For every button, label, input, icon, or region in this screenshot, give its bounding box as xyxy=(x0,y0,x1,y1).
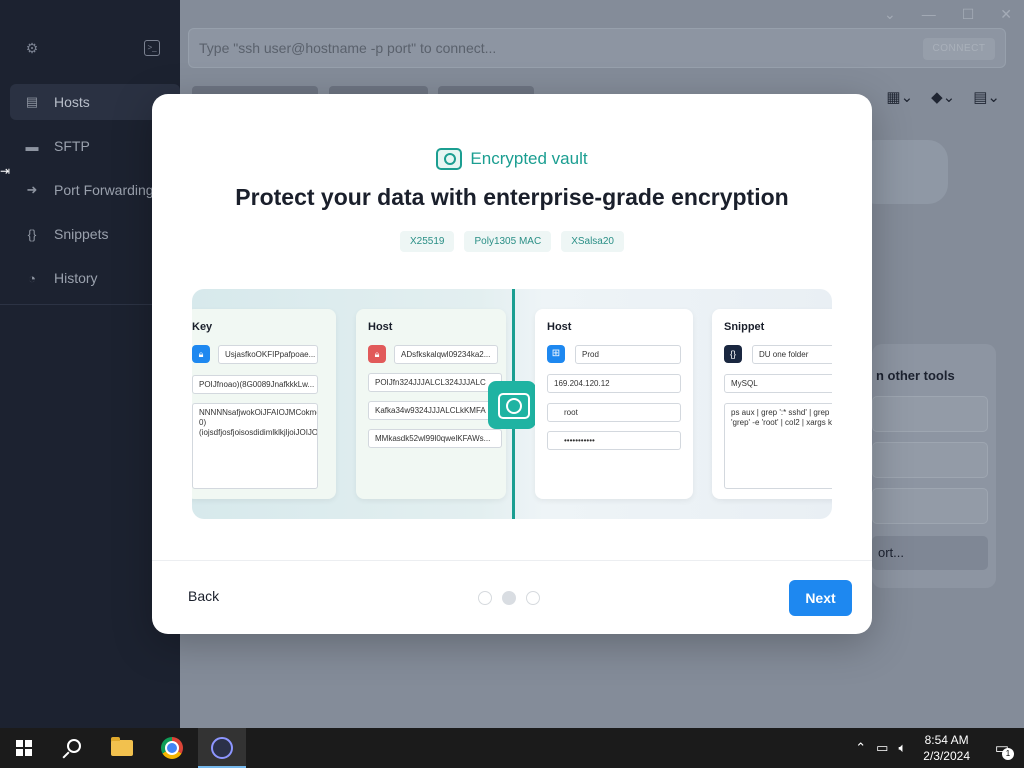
import-tools-card: n other tools ort... xyxy=(872,344,996,588)
host-field: Kafka34w9324JJJALCLkKMFA xyxy=(368,401,502,420)
sidebar-item-label: Hosts xyxy=(54,94,90,110)
sidebar-top-icons: ⚙ >_ xyxy=(24,40,164,58)
sidebar-item-label: Snippets xyxy=(54,226,109,242)
tools-card-title: n other tools xyxy=(876,368,955,383)
maximize-icon[interactable]: ☐ xyxy=(962,6,975,23)
hosts-icon: ▤ xyxy=(25,94,39,109)
encrypted-host-card: Host 🔒︎ ADsfkskalqwl09234ka2... POIJfn32… xyxy=(356,309,506,499)
host-field: POIJfn324JJJALCL324JJJALC xyxy=(368,373,502,392)
clock[interactable]: 8:54 AM 2/3/2024 xyxy=(923,732,970,764)
windows-icon: ⊞ xyxy=(547,345,565,363)
back-button[interactable]: Back xyxy=(188,588,219,604)
cipher-chip: Poly1305 MAC xyxy=(464,231,552,252)
network-icon[interactable]: ▭ xyxy=(876,740,888,756)
snippet-name-field: DU one folder xyxy=(752,345,832,364)
key-field: NNNNNsafjwokOiJFAIOJMCokmoaijaocMOVoajfm… xyxy=(192,403,318,489)
snippet-type-field: MySQL xyxy=(724,374,832,393)
command-placeholder: Type "ssh user@hostname -p port" to conn… xyxy=(199,40,497,56)
host-address-field: 169.204.120.12 xyxy=(547,374,681,393)
notification-button[interactable]: ▭ 1 xyxy=(980,728,1024,768)
terminal-icon[interactable]: >_ xyxy=(144,40,160,56)
step-dot-active[interactable] xyxy=(502,591,516,605)
lock-icon: 🔒︎ xyxy=(368,345,386,363)
import-more-button[interactable]: ort... xyxy=(872,536,988,570)
braces-icon: {} xyxy=(27,226,37,242)
chevron-down-icon[interactable]: ⌄ xyxy=(884,6,896,23)
host-label-field: Prod xyxy=(575,345,681,364)
footer-divider xyxy=(152,560,872,561)
connect-button[interactable]: CONNECT xyxy=(923,38,995,60)
card-header: Host xyxy=(547,321,572,333)
view-options: ▦⌄ ◆⌄ ▤⌄ xyxy=(886,88,1000,106)
card-header: Key xyxy=(192,321,213,333)
clock-date: 2/3/2024 xyxy=(923,749,970,763)
step-dot[interactable] xyxy=(478,591,492,605)
clock-icon: ◔ xyxy=(28,270,36,286)
folder-icon: ▬ xyxy=(25,138,39,154)
snippet-script-field: ps aux | grep ':* sshd' | grep -v 'grep'… xyxy=(724,403,832,489)
notification-count: 1 xyxy=(1002,748,1014,760)
grid-view-icon[interactable]: ▦⌄ xyxy=(886,88,913,106)
windows-start-icon xyxy=(16,740,32,756)
host-field: MMkasdk52wl99l0qwelKFAWs... xyxy=(368,429,502,448)
key-card: Key 🔒︎ UsjasfkoOKFIPpafpoae... POIJfnoao… xyxy=(192,309,336,499)
windows-taskbar: ⌃ ▭ 🔈︎ 8:54 AM 2/3/2024 ▭ 1 xyxy=(0,728,1024,768)
snippet-card: Snippet {} DU one folder MySQL ps aux | … xyxy=(712,309,832,499)
start-button[interactable] xyxy=(0,728,48,768)
app-icon xyxy=(211,737,233,759)
step-dot[interactable] xyxy=(526,591,540,605)
sidebar-item-label: Port Forwarding xyxy=(54,182,154,198)
card-header: Snippet xyxy=(724,321,765,333)
vault-label: Encrypted vault xyxy=(470,149,588,168)
volume-muted-icon[interactable]: 🔈︎ xyxy=(898,740,906,756)
chrome-icon xyxy=(161,737,183,759)
braces-icon: {} xyxy=(724,345,742,363)
search-icon xyxy=(67,739,81,753)
sort-icon[interactable]: ▤⌄ xyxy=(973,88,1000,106)
app-taskbar-button[interactable] xyxy=(198,728,246,768)
close-icon[interactable]: ✕ xyxy=(1000,6,1012,23)
mouse-cursor-icon: ⇥ xyxy=(0,164,11,178)
file-explorer-button[interactable] xyxy=(98,728,146,768)
search-button[interactable] xyxy=(48,728,96,768)
cipher-chip: X25519 xyxy=(400,231,455,252)
tool-option[interactable] xyxy=(872,488,988,524)
system-tray: ⌃ ▭ 🔈︎ 8:54 AM 2/3/2024 ▭ 1 xyxy=(850,728,1024,768)
chrome-button[interactable] xyxy=(148,728,196,768)
tag-icon[interactable]: ◆⌄ xyxy=(931,88,955,106)
host-password-field: ••••••••••• xyxy=(547,431,681,450)
clock-time: 8:54 AM xyxy=(924,733,969,747)
cipher-chip: XSalsa20 xyxy=(561,231,624,252)
chevron-up-icon[interactable]: ⌃ xyxy=(855,740,866,756)
minimize-icon[interactable]: — xyxy=(922,6,936,23)
host-username-field: root xyxy=(547,403,681,422)
decrypted-host-card: Host ⊞ Prod 169.204.120.12 root ••••••••… xyxy=(535,309,693,499)
key-field: POIJfnoao)(8G0089JnafkkkLw... xyxy=(192,375,318,394)
sidebar-item-label: History xyxy=(54,270,98,286)
card-header: Host xyxy=(368,321,393,333)
file-explorer-icon xyxy=(111,737,133,756)
onboarding-modal: Encrypted vault Protect your data with e… xyxy=(152,94,872,634)
tool-option[interactable] xyxy=(872,442,988,478)
vault-icon xyxy=(436,148,463,170)
vault-heading: Encrypted vault xyxy=(152,148,872,170)
next-button[interactable]: Next xyxy=(789,580,852,616)
vault-icon xyxy=(488,381,536,429)
window-controls: ⌄ — ☐ ✕ xyxy=(884,6,1012,23)
cipher-chips: X25519 Poly1305 MAC XSalsa20 xyxy=(152,231,872,252)
key-field: UsjasfkoOKFIPpafpoae... xyxy=(218,345,318,364)
tool-option[interactable] xyxy=(872,396,988,432)
step-indicator xyxy=(478,591,540,605)
modal-title: Protect your data with enterprise-grade … xyxy=(235,184,789,210)
lock-icon: 🔒︎ xyxy=(192,345,210,363)
command-input[interactable]: Type "ssh user@hostname -p port" to conn… xyxy=(188,28,1006,68)
host-field: ADsfkskalqwl09234ka2... xyxy=(394,345,498,364)
encryption-illustration: Key 🔒︎ UsjasfkoOKFIPpafpoae... POIJfnoao… xyxy=(192,289,832,519)
gear-icon[interactable]: ⚙ xyxy=(24,40,40,56)
sidebar-item-label: SFTP xyxy=(54,138,90,154)
forwarding-icon: ➜ xyxy=(26,182,38,197)
